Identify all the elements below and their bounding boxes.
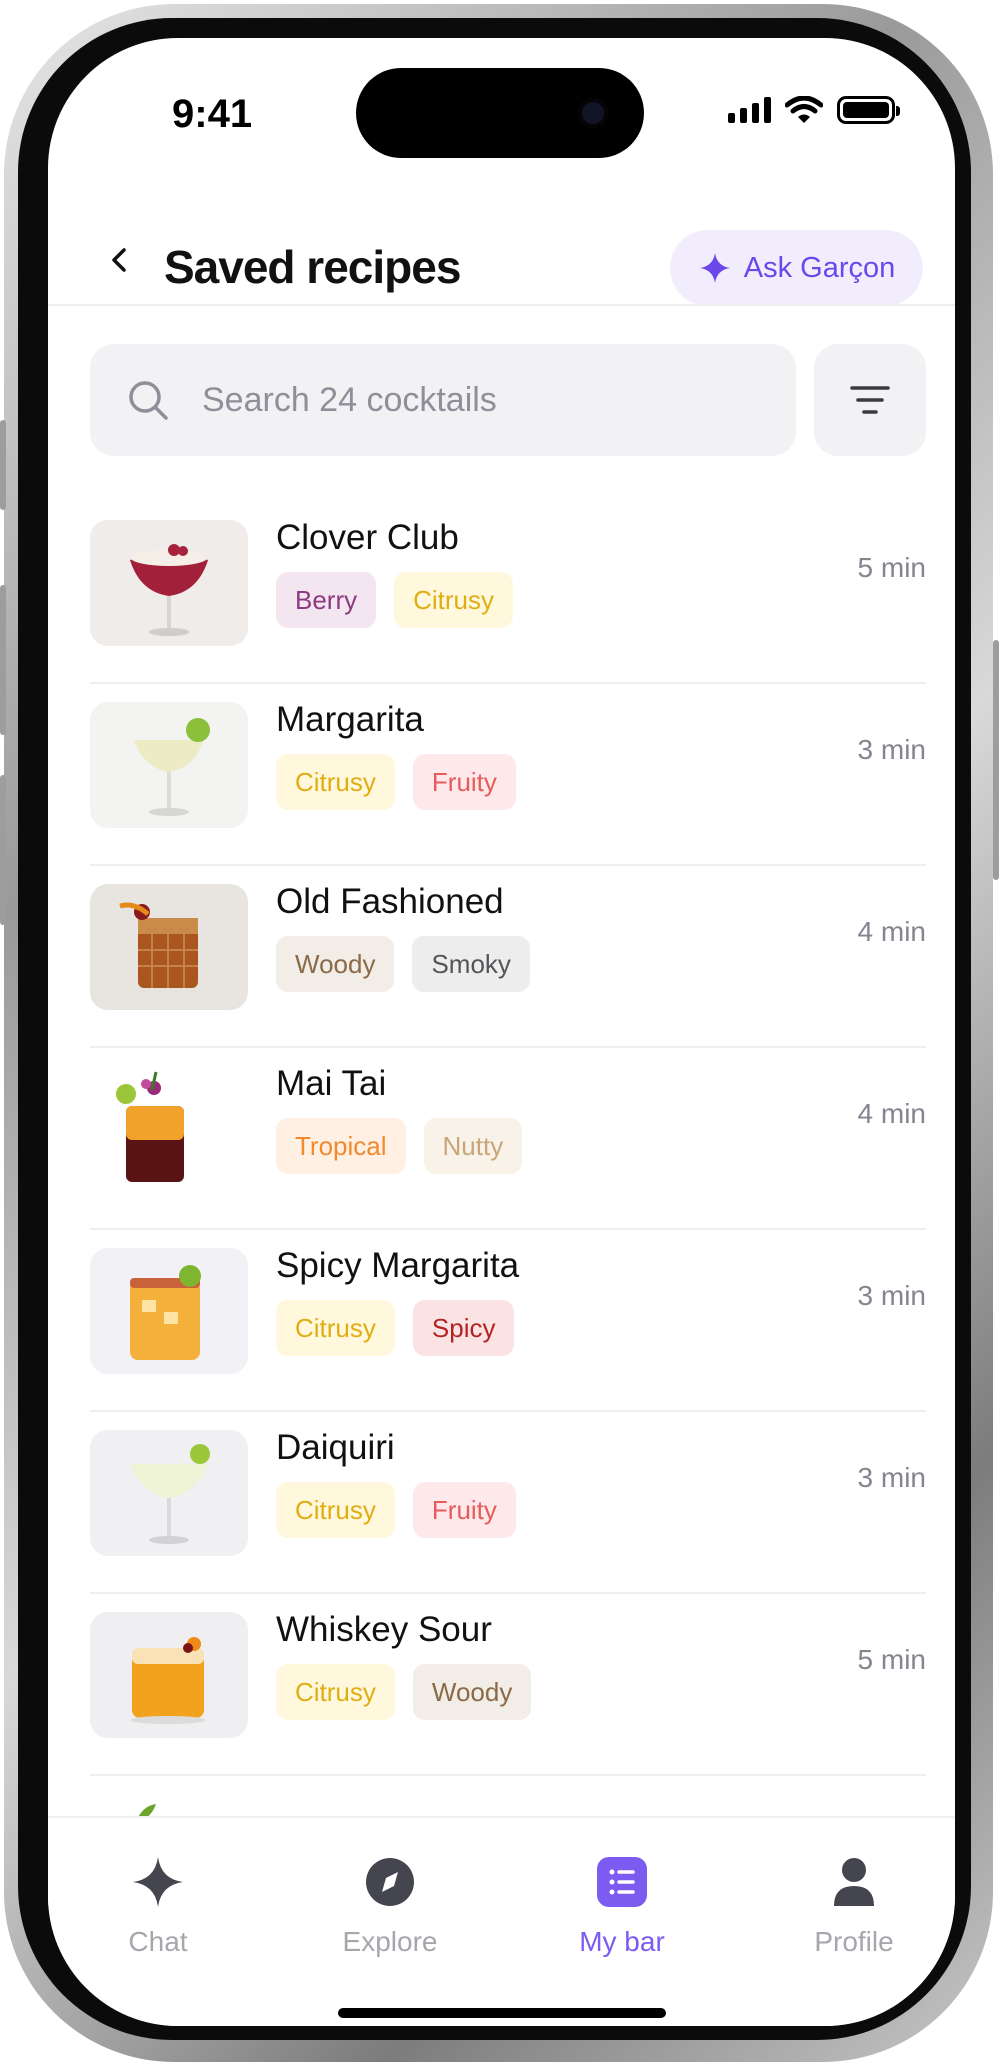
old-fashioned-image	[90, 884, 248, 1010]
recipe-tags: Citrusy Spicy	[276, 1300, 515, 1356]
recipe-tag: Smoky	[412, 936, 530, 992]
spicy-margarita-image	[90, 1248, 248, 1374]
tab-label: Profile	[814, 1926, 894, 1957]
tab-my-bar[interactable]: My bar	[542, 1854, 702, 1958]
ask-garcon-label: Ask Garçon	[743, 251, 896, 284]
recipe-tags: Citrusy Fruity	[276, 1482, 516, 1538]
volume-down-button	[0, 775, 6, 925]
compass-icon	[366, 1858, 414, 1906]
recipe-name: Daiquiri	[276, 1428, 395, 1467]
recipe-tags: Citrusy Fruity	[276, 754, 516, 810]
filter-icon	[850, 386, 890, 414]
recipe-row[interactable]: Whiskey Sour Citrusy Woody 5 min	[90, 1592, 926, 1774]
ask-garcon-button[interactable]: Ask Garçon	[670, 230, 923, 306]
recipe-tag: Citrusy	[276, 1482, 395, 1538]
recipe-row[interactable]: Margarita Citrusy Fruity 3 min	[90, 682, 926, 864]
recipe-tag: Berry	[276, 572, 377, 628]
volume-up-button	[0, 585, 6, 735]
recipe-time: 4 min	[857, 916, 926, 947]
battery-icon	[837, 96, 900, 124]
status-time: 9:41	[172, 92, 253, 136]
recipe-tag: Woody	[276, 936, 395, 992]
recipe-row[interactable]: Mai Tai Tropical Nutty 4 min	[90, 1046, 926, 1228]
recipe-tag: Citrusy	[276, 754, 395, 810]
cellular-signal-icon	[728, 97, 771, 123]
recipe-tag: Spicy	[412, 1300, 515, 1356]
recipe-tag: Tropical	[276, 1118, 406, 1174]
daiquiri-image	[90, 1430, 248, 1556]
recipe-name: Spicy Margarita	[276, 1246, 520, 1285]
sparkle-icon	[133, 1857, 183, 1907]
user-icon	[834, 1858, 874, 1906]
front-camera-icon	[578, 98, 608, 128]
recipe-time: 5 min	[857, 1644, 926, 1675]
recipe-time: 4 min	[857, 1098, 926, 1129]
clover-club-image	[90, 520, 248, 646]
app-screen: 9:41 Saved recipes Ask Garçon Search 24 …	[48, 38, 955, 2026]
recipe-tag: Citrusy	[276, 1300, 395, 1356]
recipe-name: Old Fashioned	[276, 882, 504, 921]
header-divider	[48, 304, 955, 306]
wifi-icon	[785, 96, 823, 123]
recipe-time: 3 min	[857, 1280, 926, 1311]
header: Saved recipes Ask Garçon	[48, 188, 955, 306]
tab-label: Explore	[342, 1926, 438, 1957]
filter-button[interactable]	[814, 344, 926, 456]
tab-explore[interactable]: Explore	[310, 1854, 470, 1958]
page-title: Saved recipes	[164, 241, 461, 293]
recipe-tag: Fruity	[412, 1482, 516, 1538]
power-button	[993, 640, 999, 880]
search-input[interactable]	[202, 344, 762, 456]
recipe-tags: Tropical Nutty	[276, 1118, 523, 1174]
recipe-time: 3 min	[857, 1462, 926, 1493]
home-indicator	[338, 2008, 666, 2018]
recipe-row[interactable]: Clover Club Berry Citrusy 5 min	[90, 500, 926, 682]
recipe-name: Margarita	[276, 700, 424, 739]
tab-bar: Chat Explore My bar Profile	[48, 1816, 955, 2026]
recipe-row[interactable]: Old Fashioned Woody Smoky 4 min	[90, 864, 926, 1046]
recipe-tag: Citrusy	[394, 572, 514, 628]
recipe-time: 3 min	[857, 734, 926, 765]
recipe-name: Clover Club	[276, 518, 459, 557]
recipe-tags: Berry Citrusy	[276, 572, 514, 628]
margarita-image	[90, 702, 248, 828]
mute-switch	[0, 420, 6, 510]
sparkle-icon	[699, 253, 730, 283]
tab-chat[interactable]: Chat	[78, 1854, 238, 1958]
list-icon	[597, 1857, 647, 1907]
recipe-row[interactable]: Spicy Margarita Citrusy Spicy 3 min	[90, 1228, 926, 1410]
recipe-tag: Citrusy	[276, 1664, 395, 1720]
tab-label: My bar	[579, 1926, 665, 1957]
search-bar[interactable]	[90, 344, 796, 456]
recipe-tag: Fruity	[412, 754, 516, 810]
mai-tai-image	[90, 1066, 248, 1192]
recipe-tag: Nutty	[423, 1118, 523, 1174]
recipe-name: Mai Tai	[276, 1064, 387, 1103]
recipe-row[interactable]: Daiquiri Citrusy Fruity 3 min	[90, 1410, 926, 1592]
back-chevron-icon[interactable]	[102, 242, 138, 278]
recipe-name: Whiskey Sour	[276, 1610, 492, 1649]
recipe-time: 5 min	[857, 552, 926, 583]
dynamic-island	[356, 68, 644, 158]
tab-profile[interactable]: Profile	[774, 1854, 934, 1958]
recipe-list: Clover Club Berry Citrusy 5 min Margarit…	[90, 500, 926, 1834]
recipe-tags: Woody Smoky	[276, 936, 530, 992]
recipe-tag: Woody	[412, 1664, 532, 1720]
status-icons	[728, 96, 900, 124]
recipe-tags: Citrusy Woody	[276, 1664, 532, 1720]
tab-label: Chat	[128, 1926, 188, 1957]
search-icon	[129, 381, 168, 420]
whiskey-sour-image	[90, 1612, 248, 1738]
